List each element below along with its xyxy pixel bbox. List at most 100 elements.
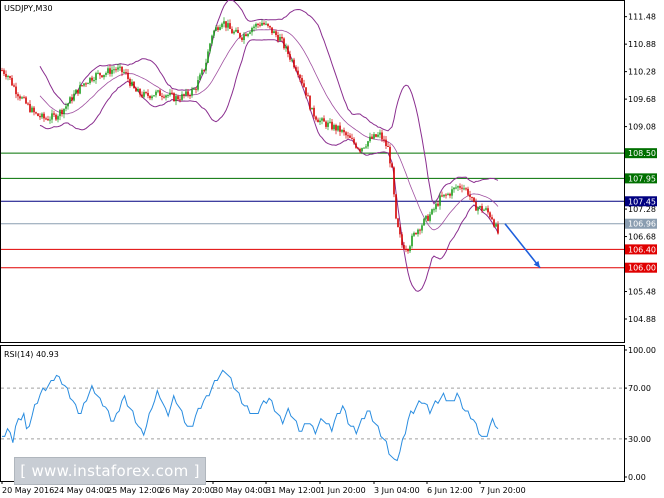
candle-body xyxy=(291,59,293,61)
candle-body xyxy=(285,46,287,49)
candle-body xyxy=(95,73,97,81)
candle-body xyxy=(107,68,109,74)
candle-body xyxy=(245,34,247,37)
candle-body xyxy=(453,187,455,190)
candle-body xyxy=(483,209,485,211)
candle-body xyxy=(7,76,9,78)
candle xyxy=(473,196,475,203)
candle-body xyxy=(125,72,127,74)
candle-body xyxy=(305,87,307,96)
candle-body xyxy=(211,35,213,44)
candle-body xyxy=(307,95,309,97)
candle-body xyxy=(201,69,203,75)
candle-body xyxy=(481,206,483,211)
candle-body xyxy=(265,23,267,25)
candle-body xyxy=(379,132,381,135)
price-chart-canvas[interactable]: 111.48 110.88 110.28 109.68 109.08 107.28 106.… xyxy=(0,0,664,498)
candle-body xyxy=(273,31,275,34)
candle-body xyxy=(115,69,117,71)
candle-body xyxy=(85,83,87,85)
candle-body xyxy=(227,23,229,28)
price-tick-label: 109.68 xyxy=(628,95,656,104)
candle-body xyxy=(215,27,217,31)
candle-body xyxy=(407,249,409,252)
candle-body xyxy=(451,189,453,196)
candle-body xyxy=(351,137,353,139)
candle-body xyxy=(261,22,263,26)
candle-body xyxy=(3,70,5,74)
price-tick-label: 104.88 xyxy=(628,315,656,324)
candle-body xyxy=(101,75,103,78)
candle xyxy=(69,96,71,104)
candle-body xyxy=(123,72,125,74)
candle-body xyxy=(491,217,493,220)
candle-body xyxy=(401,234,403,246)
candle-body xyxy=(421,225,423,231)
price-level-badge-label: 107.45 xyxy=(628,197,656,206)
candle-body xyxy=(383,139,385,141)
candle-body xyxy=(1,70,3,72)
candle-body xyxy=(457,186,459,188)
candle-body xyxy=(45,118,47,120)
candle-body xyxy=(485,208,487,210)
candle-body xyxy=(111,69,113,74)
candle-body xyxy=(223,21,225,24)
candle-body xyxy=(81,85,83,87)
time-tick-label: 1 Jun 20:00 xyxy=(320,486,366,495)
candle-body xyxy=(357,147,359,149)
candle xyxy=(493,218,495,228)
candle-body xyxy=(335,125,337,131)
price-level-badge: 106.96 xyxy=(625,218,657,229)
candle xyxy=(133,81,135,89)
candle-body xyxy=(405,248,407,250)
candle-body xyxy=(99,72,101,76)
candle-body xyxy=(323,118,325,122)
candle-body xyxy=(29,103,31,112)
candle-body xyxy=(281,36,283,39)
rsi-title: RSI(14) 40.93 xyxy=(4,350,59,359)
candle-body xyxy=(69,97,71,104)
candle-body xyxy=(387,146,389,148)
candle-body xyxy=(75,89,77,94)
candle-body xyxy=(71,97,73,101)
candle-body xyxy=(137,88,139,92)
price-tick-label: 110.28 xyxy=(628,68,656,77)
candle-body xyxy=(487,208,489,213)
rsi-tick-label: 100.00 xyxy=(628,346,656,355)
candle xyxy=(423,217,425,226)
candle-body xyxy=(43,113,45,119)
candle-body xyxy=(59,109,61,117)
candle-body xyxy=(163,96,165,98)
candle-body xyxy=(189,95,191,97)
candle-body xyxy=(299,74,301,79)
candle-body xyxy=(327,122,329,127)
candle-body xyxy=(409,246,411,252)
candle-body xyxy=(455,187,457,189)
candle-body xyxy=(13,85,15,87)
time-tick-label: 6 Jun 12:00 xyxy=(427,486,473,495)
candle-body xyxy=(347,135,349,137)
candle-body xyxy=(165,95,167,98)
candle-body xyxy=(271,27,273,34)
candle-body xyxy=(127,72,129,79)
candle-body xyxy=(185,91,187,96)
main-panel-frame xyxy=(0,0,625,343)
candle-body xyxy=(397,218,399,228)
candle-body xyxy=(377,134,379,137)
candle-body xyxy=(361,148,363,152)
candle-body xyxy=(183,94,185,96)
candle-body xyxy=(309,95,311,110)
candle-body xyxy=(345,132,347,136)
candle-body xyxy=(389,146,391,164)
candle-body xyxy=(411,235,413,247)
candle-body xyxy=(269,25,271,28)
candle-body xyxy=(489,212,491,218)
candle-body xyxy=(363,147,365,149)
candle-body xyxy=(267,23,269,26)
candle-body xyxy=(465,188,467,190)
candle-body xyxy=(15,86,17,95)
candle-body xyxy=(171,92,173,94)
candle-body xyxy=(301,78,303,84)
candle-body xyxy=(51,113,53,120)
candle-body xyxy=(23,97,25,99)
